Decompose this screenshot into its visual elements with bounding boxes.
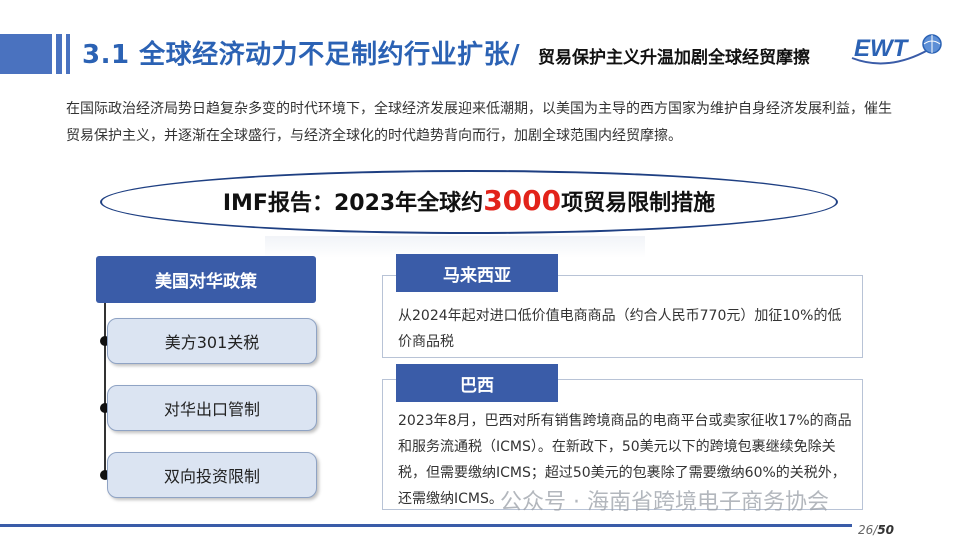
ewt-logo: EWT xyxy=(848,28,944,72)
page-title: 3.1 全球经济动力不足制约行业扩张/ xyxy=(82,40,521,70)
page-subtitle: 贸易保护主义升温加剧全球经贸摩擦 xyxy=(538,48,810,68)
page-number: 26/50 xyxy=(858,523,895,537)
footer-line xyxy=(0,524,852,527)
banner-prefix: IMF报告：2023年全球约 xyxy=(222,191,484,216)
page-current: 26 xyxy=(858,523,874,537)
banner-suffix: 项贸易限制措施 xyxy=(561,191,716,216)
us-policy-item: 双向投资限制 xyxy=(107,452,317,498)
watermark: 公众号 · 海南省跨境电子商务协会 xyxy=(500,490,829,515)
us-policy-item: 对华出口管制 xyxy=(107,385,317,431)
malaysia-text: 从2024年起对进口低价值电商商品（约合人民币770元）加征10%的低价商品税 xyxy=(398,308,842,350)
page-total: 50 xyxy=(877,523,895,537)
brazil-tag: 巴西 xyxy=(396,364,558,402)
intro-paragraph: 在国际政治经济局势日趋复杂多变的时代环境下，全球经济发展迎来低潮期，以美国为主导… xyxy=(66,101,892,144)
connector-line xyxy=(104,303,106,475)
imf-banner: IMF报告：2023年全球约3000项贸易限制措施 xyxy=(100,184,838,217)
banner-highlight: 3000 xyxy=(483,184,562,217)
logo-text: EWT xyxy=(854,35,910,62)
us-policy-item: 美方301关税 xyxy=(107,318,317,364)
us-policy-title: 美国对华政策 xyxy=(96,256,316,303)
malaysia-tag: 马来西亚 xyxy=(396,254,558,292)
